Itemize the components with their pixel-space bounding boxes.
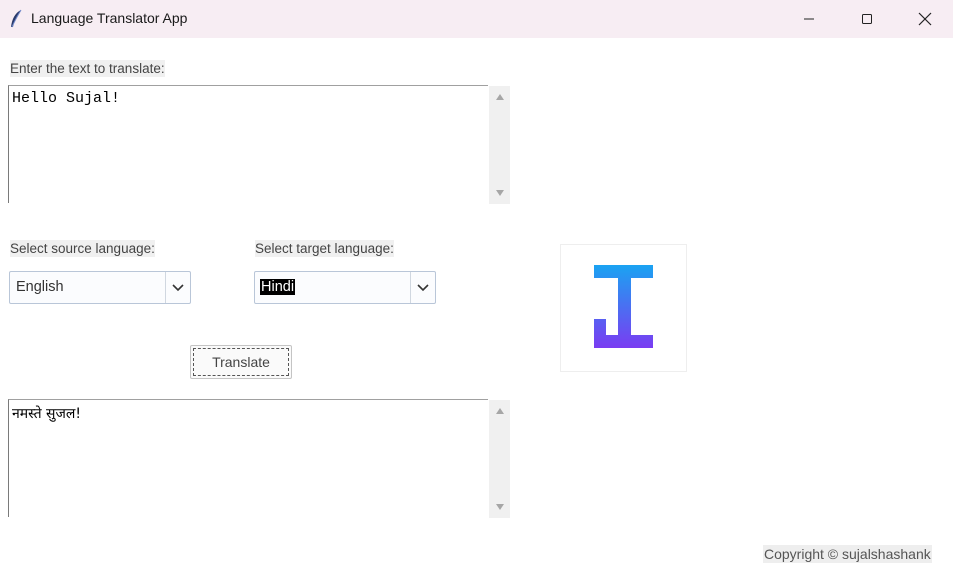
scroll-down-icon[interactable] — [489, 498, 510, 516]
app-window: Language Translator App Enter the text t… — [0, 0, 953, 575]
input-textarea[interactable]: Hello Sujal! — [8, 85, 488, 203]
target-language-label: Select target language: — [255, 240, 394, 257]
title-bar[interactable]: Language Translator App — [0, 0, 953, 38]
source-language-value[interactable]: English — [16, 279, 64, 295]
minimize-button[interactable] — [780, 0, 838, 38]
input-label: Enter the text to translate: — [10, 60, 165, 77]
scroll-down-icon[interactable] — [489, 184, 510, 202]
output-scrollbar[interactable] — [489, 400, 510, 518]
chevron-down-icon[interactable] — [410, 272, 435, 303]
maximize-button[interactable] — [838, 0, 896, 38]
source-language-label: Select source language: — [10, 240, 155, 257]
scroll-up-icon[interactable] — [489, 402, 510, 420]
scroll-up-icon[interactable] — [489, 88, 510, 106]
translate-button[interactable]: Translate — [190, 345, 292, 379]
maximize-icon — [862, 14, 872, 24]
translate-button-label: Translate — [193, 348, 289, 376]
input-scrollbar[interactable] — [489, 86, 510, 204]
window-title: Language Translator App — [31, 10, 188, 26]
copyright-text: Copyright © sujalshashank — [763, 545, 932, 563]
source-language-select[interactable]: English — [9, 271, 191, 304]
close-icon — [918, 12, 932, 26]
logo-icon — [594, 265, 653, 348]
output-textarea[interactable]: नमस्ते सुजल! — [8, 399, 488, 517]
translator-logo — [560, 244, 687, 372]
target-language-select[interactable]: Hindi — [254, 271, 436, 304]
chevron-down-icon[interactable] — [165, 272, 190, 303]
close-button[interactable] — [896, 0, 953, 38]
feather-icon — [9, 9, 23, 29]
minimize-icon — [804, 18, 814, 20]
target-language-value[interactable]: Hindi — [260, 279, 296, 295]
